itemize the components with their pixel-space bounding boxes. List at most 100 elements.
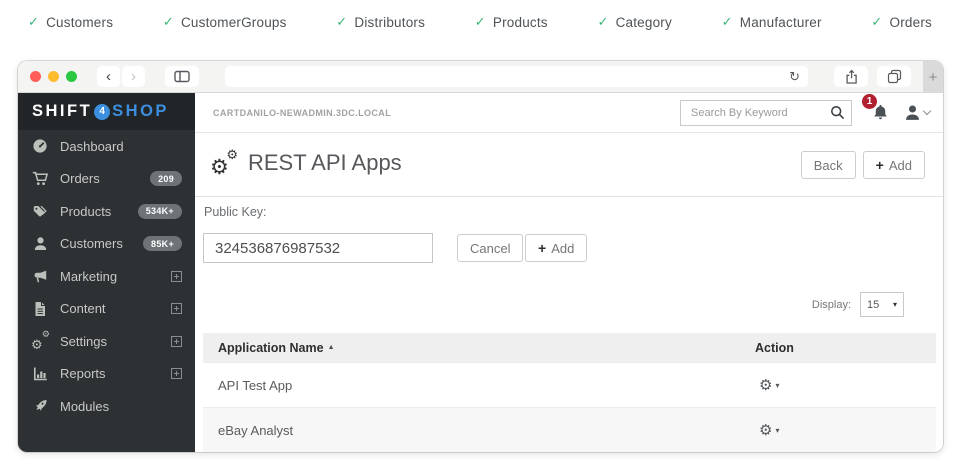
sidebar-item-content[interactable]: Content [18, 293, 195, 326]
file-icon [31, 301, 49, 317]
tabs-overview-button[interactable] [877, 66, 911, 87]
sidebar-item-dashboard[interactable]: Dashboard [18, 130, 195, 163]
address-bar[interactable]: ↻ [225, 66, 808, 87]
status-label: Customers [46, 15, 113, 30]
expand-plus-icon[interactable] [171, 303, 182, 314]
status-item-customergroups: ✓ CustomerGroups [163, 14, 287, 30]
sidebar-item-label: Settings [60, 334, 107, 349]
logo-4-badge: 4 [94, 104, 110, 120]
new-tab-button[interactable]: + [923, 61, 943, 93]
browser-back-button[interactable]: ‹ [97, 66, 120, 87]
gear-icon: ⚙ [759, 423, 772, 438]
search-input[interactable] [680, 100, 852, 126]
bar-chart-icon [31, 366, 49, 381]
megaphone-icon [31, 269, 49, 284]
app-name: eBay Analyst [218, 423, 293, 438]
status-label: Manufacturer [740, 15, 822, 30]
status-item-customers: ✓ Customers [28, 14, 113, 30]
check-icon: ✓ [871, 14, 882, 30]
notifications-button[interactable]: 1 [871, 103, 891, 123]
column-header-application-name[interactable]: Application Name▲ [218, 341, 335, 355]
check-icon: ✓ [722, 14, 733, 30]
row-action-menu[interactable]: ⚙▾ [759, 423, 779, 438]
row-action-menu[interactable]: ⚙▾ [759, 378, 779, 393]
cancel-button[interactable]: Cancel [457, 234, 523, 262]
tabs-icon [887, 69, 902, 84]
minimize-window-button[interactable] [48, 71, 59, 82]
check-icon: ✓ [597, 14, 608, 30]
status-label: CustomerGroups [181, 15, 287, 30]
page-title: REST API Apps [248, 150, 402, 176]
check-icon: ✓ [163, 14, 174, 30]
shift4shop-logo[interactable]: SHIFT 4 SHOP [18, 93, 195, 130]
toolbar-right-buttons [834, 66, 911, 87]
table-row: eBay Analyst ⚙▾ [203, 407, 936, 452]
status-item-products: ✓Products [475, 14, 548, 30]
sidebar: SHIFT 4 SHOP Dashboard Orders 209 [18, 93, 195, 452]
sidebar-item-customers[interactable]: Customers 85K+ [18, 228, 195, 261]
api-apps-table: Application Name▲ Action API Test App ⚙▾… [203, 333, 936, 452]
gears-icon: ⚙⚙ [31, 334, 49, 348]
sidebar-item-label: Customers [60, 236, 123, 251]
logo-text-shift: SHIFT [32, 102, 92, 121]
tags-icon [31, 204, 49, 219]
store-domain: CARTDANILO-NEWADMIN.3DC.LOCAL [213, 108, 391, 118]
browser-toolbar: ‹ › ↻ + [18, 61, 943, 93]
sidebar-item-reports[interactable]: Reports [18, 358, 195, 391]
zoom-window-button[interactable] [66, 71, 77, 82]
dashboard-icon [31, 138, 49, 154]
status-item-category: ✓Category [597, 14, 671, 30]
sidebar-item-marketing[interactable]: Marketing [18, 260, 195, 293]
back-button[interactable]: Back [801, 151, 856, 179]
expand-plus-icon[interactable] [171, 368, 182, 379]
status-label: Orders [890, 15, 932, 30]
history-nav: ‹ › [97, 66, 145, 87]
expand-plus-icon[interactable] [171, 271, 182, 282]
reload-icon[interactable]: ↻ [789, 70, 800, 83]
gears-icon: ⚙⚙ [210, 150, 237, 176]
sidebar-item-products[interactable]: Products 534K+ [18, 195, 195, 228]
column-header-action: Action [755, 341, 794, 355]
display-count-select[interactable]: 15 ▾ [860, 292, 904, 317]
public-key-input[interactable] [203, 233, 433, 263]
main-content: CARTDANILO-NEWADMIN.3DC.LOCAL 1 [195, 93, 943, 452]
table-header-row: Application Name▲ Action [203, 333, 936, 362]
user-icon [904, 104, 921, 121]
header-add-button[interactable]: +Add [863, 151, 925, 179]
sidebar-item-label: Reports [60, 366, 106, 381]
form-add-button[interactable]: +Add [525, 234, 587, 262]
display-label: Display: [812, 299, 851, 311]
plus-icon: + [538, 240, 546, 256]
rocket-icon [31, 399, 49, 414]
app-name: API Test App [218, 378, 292, 393]
status-item-orders: ✓ Orders [871, 14, 932, 30]
window-controls [30, 71, 77, 82]
expand-plus-icon[interactable] [171, 336, 182, 347]
share-button[interactable] [834, 66, 868, 87]
page-header: ⚙⚙ REST API Apps Back +Add [195, 133, 943, 197]
customers-count-badge: 85K+ [143, 236, 182, 251]
sidebar-item-modules[interactable]: Modules [18, 390, 195, 423]
search-icon[interactable] [830, 105, 845, 125]
caret-down-icon: ▾ [893, 300, 897, 309]
sidebar-toggle-button[interactable] [165, 66, 199, 87]
sidebar-item-label: Products [60, 204, 111, 219]
sidebar-item-settings[interactable]: ⚙⚙ Settings [18, 325, 195, 358]
check-icon: ✓ [28, 14, 39, 30]
table-row: API Test App ⚙▾ [203, 362, 936, 407]
close-window-button[interactable] [30, 71, 41, 82]
chevron-down-icon [923, 107, 931, 115]
status-label: Distributors [354, 15, 425, 30]
user-menu-button[interactable] [904, 104, 930, 121]
url-input[interactable] [225, 66, 808, 87]
products-count-badge: 534K+ [138, 204, 182, 219]
sidebar-item-orders[interactable]: Orders 209 [18, 163, 195, 196]
gear-icon: ⚙ [759, 378, 772, 393]
status-item-distributors: ✓Distributors [336, 14, 425, 30]
sidebar-item-label: Modules [60, 399, 109, 414]
notification-count-badge: 1 [862, 94, 877, 109]
browser-forward-button[interactable]: › [122, 66, 145, 87]
admin-topbar: CARTDANILO-NEWADMIN.3DC.LOCAL 1 [195, 93, 943, 133]
caret-down-icon: ▾ [775, 381, 779, 390]
title-wrap: ⚙⚙ REST API Apps [210, 150, 402, 176]
